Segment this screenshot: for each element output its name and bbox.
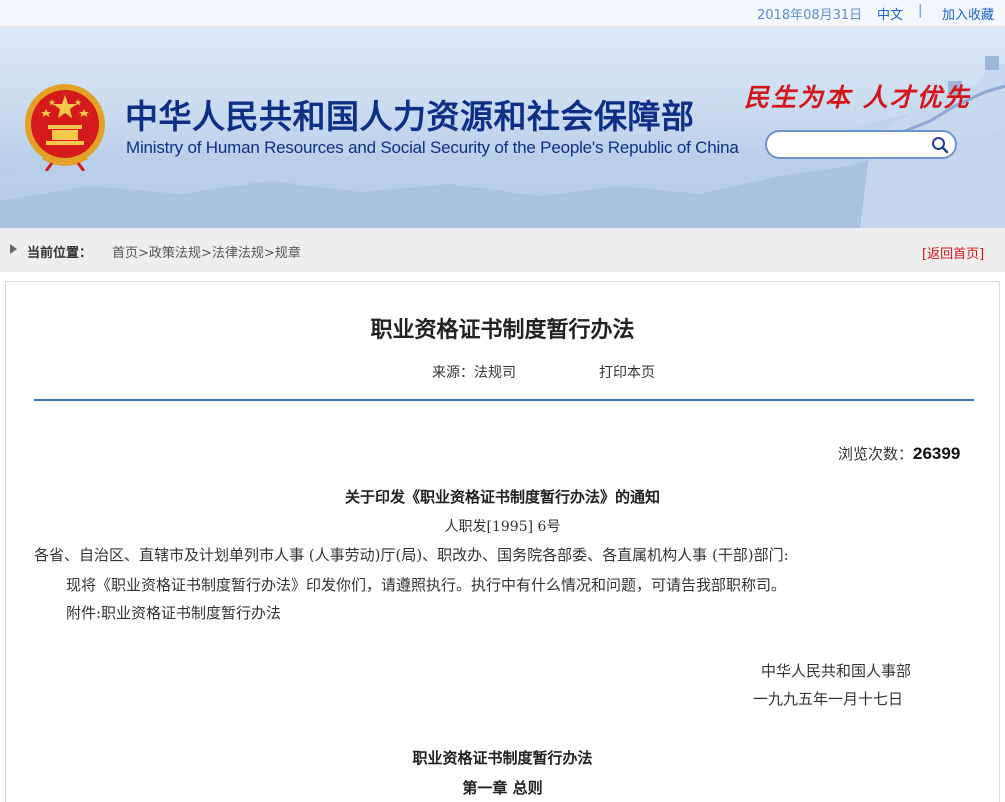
language-link[interactable]: 中文 — [877, 4, 903, 23]
breadcrumb-laws[interactable]: 法律法规 — [212, 246, 264, 261]
breadcrumb-policy[interactable]: 政策法规 — [149, 246, 201, 261]
breadcrumb-regulations[interactable]: 规章 — [275, 246, 301, 261]
breadcrumb: 首页>政策法规>法律法规>规章 — [112, 242, 301, 261]
slogan: 民生为本 人才优先 — [744, 83, 971, 112]
chapter-title: 第一章 总则 — [462, 779, 543, 797]
triangle-arrow-icon — [10, 244, 17, 254]
search-icon[interactable] — [930, 135, 950, 155]
ministry-title-english: Ministry of Human Resources and Social S… — [126, 138, 739, 157]
print-page-link[interactable]: 打印本页 — [599, 362, 655, 382]
add-favorite-link[interactable]: 加入收藏 — [942, 4, 994, 23]
view-count: 浏览次数：26399 — [838, 443, 960, 464]
bracket-close: ] — [979, 247, 985, 262]
current-date: 2018年08月31日 — [757, 8, 863, 23]
national-emblem-icon — [25, 84, 105, 171]
search-input[interactable] — [779, 135, 928, 156]
paragraph-attachment: 附件:职业资格证书制度暂行办法 — [66, 604, 282, 622]
ministry-title-chinese: 中华人民共和国人力资源和社会保障部 — [125, 97, 695, 136]
breadcrumb-separator: > — [138, 246, 149, 261]
article-panel: 职业资格证书制度暂行办法 来源：法规司 打印本页 浏览次数：26399 关于印发… — [5, 281, 1000, 802]
search-box — [765, 130, 957, 159]
notice-title: 关于印发《职业资格证书制度暂行办法》的通知 — [344, 488, 660, 506]
title-divider — [34, 399, 974, 401]
breadcrumb-label: 当前位置： — [27, 246, 93, 261]
header-banner: 中华人民共和国人力资源和社会保障部 Ministry of Human Reso… — [0, 26, 1005, 228]
breadcrumb-separator: > — [200, 246, 212, 261]
back-home-label: 返回首页 — [927, 247, 980, 262]
topbar-separator: | — [918, 3, 923, 18]
breadcrumb-bar: 当前位置： 首页>政策法规>法律法规>规章 [返回首页] — [0, 228, 1005, 272]
view-count-value: 26399 — [913, 444, 961, 463]
view-count-label: 浏览次数： — [838, 445, 914, 463]
paragraph-notice: 现将《职业资格证书制度暂行办法》印发你们，请遵照执行。执行中有什么情况和问题，可… — [66, 576, 787, 594]
article-source: 来源：法规司 — [432, 365, 516, 381]
page-title: 职业资格证书制度暂行办法 — [370, 317, 635, 343]
signature-date: 一九九五年一月十七日 — [753, 690, 904, 708]
breadcrumb-home[interactable]: 首页 — [112, 246, 138, 261]
document-number: 人职发[1995] 6号 — [444, 519, 561, 535]
back-home-link[interactable]: [返回首页] — [922, 243, 984, 262]
top-bar: 2018年08月31日 中文 | 加入收藏 — [0, 0, 1005, 26]
paragraph-addressees: 各省、自治区、直辖市及计划单列市人事 (人事劳动)厅(局)、职改办、国务院各部委… — [34, 546, 789, 564]
breadcrumb-separator: > — [263, 246, 275, 261]
signature-organization: 中华人民共和国人事部 — [761, 662, 912, 680]
section-title: 职业资格证书制度暂行办法 — [412, 749, 593, 767]
